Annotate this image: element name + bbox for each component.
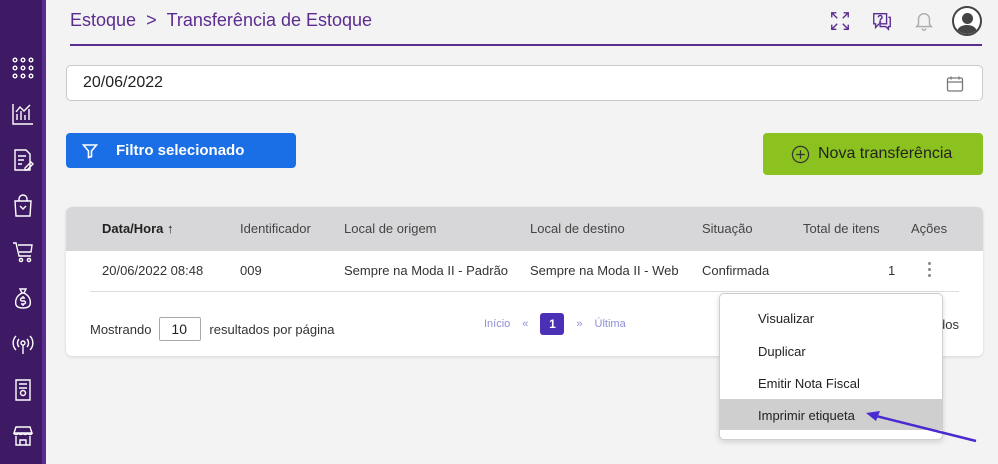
page-last-link[interactable]: Última	[595, 318, 626, 330]
apps-grid-icon[interactable]	[10, 55, 36, 81]
column-header-id: Identificador	[240, 221, 311, 236]
page-first-link[interactable]: Início	[484, 318, 510, 330]
column-header-total: Total de itens	[803, 221, 880, 236]
page-current[interactable]: 1	[540, 313, 565, 335]
filter-icon	[82, 143, 98, 159]
chart-icon[interactable]	[10, 101, 36, 127]
header: Estoque > Transferência de Estoque	[46, 0, 998, 46]
page-prev-link[interactable]: «	[522, 318, 528, 330]
table-header: Data/Hora ↑ Identificador Local de orige…	[66, 207, 983, 251]
help-chat-icon[interactable]	[868, 6, 896, 36]
page-size-input[interactable]: 10	[159, 317, 202, 341]
showing-label: Mostrando	[90, 321, 152, 337]
cart-icon[interactable]	[10, 239, 36, 265]
breadcrumb: Estoque > Transferência de Estoque	[70, 10, 372, 31]
annotation-arrow	[866, 411, 977, 443]
pagination: Início « 1 » Última	[484, 313, 626, 335]
cell-origin: Sempre na Moda II - Padrão	[344, 263, 509, 278]
menu-item-issue-invoice[interactable]: Emitir Nota Fiscal	[720, 367, 942, 398]
document-edit-icon[interactable]	[10, 147, 36, 173]
broadcast-icon[interactable]	[10, 331, 36, 357]
filter-button-label: Filtro selecionado	[116, 142, 245, 159]
sidebar-edge	[42, 0, 46, 464]
sort-ascending-icon: ↑	[167, 221, 174, 236]
user-avatar-icon[interactable]	[952, 6, 982, 36]
column-header-origin: Local de origem	[344, 221, 437, 236]
cell-total: 1	[888, 263, 896, 278]
shopping-bag-icon[interactable]	[10, 193, 36, 219]
store-icon[interactable]	[10, 423, 36, 449]
row-divider	[90, 291, 959, 292]
receipt-icon[interactable]	[10, 377, 36, 403]
column-header-actions: Ações	[911, 221, 948, 236]
cell-status: Confirmada	[702, 263, 770, 278]
column-header-destination: Local de destino	[530, 221, 625, 236]
cell-destination: Sempre na Moda II - Web	[530, 263, 679, 278]
cell-id: 009	[240, 263, 262, 278]
header-icons	[826, 6, 982, 36]
bell-icon[interactable]	[910, 6, 938, 36]
plus-circle-icon	[791, 145, 810, 163]
filter-button[interactable]: Filtro selecionado	[66, 133, 296, 168]
date-input-value[interactable]: 20/06/2022	[83, 74, 163, 92]
page-title: Transferência de Estoque	[166, 10, 373, 30]
cell-date: 20/06/2022 08:48	[102, 263, 204, 278]
page-next-link[interactable]: »	[576, 318, 582, 330]
breadcrumb-separator: >	[146, 10, 157, 30]
header-divider	[70, 44, 982, 46]
breadcrumb-section[interactable]: Estoque	[70, 10, 136, 31]
date-input[interactable]: 20/06/2022	[66, 65, 983, 101]
row-actions-kebab-icon[interactable]	[928, 262, 932, 280]
page-size-suffix: resultados por página	[209, 321, 335, 337]
page-size-control: Mostrando 10 resultados por página	[90, 317, 334, 341]
new-transfer-button-label: Nova transferência	[818, 145, 953, 162]
new-transfer-button[interactable]: Nova transferência	[763, 133, 983, 175]
money-bag-icon[interactable]	[10, 285, 36, 311]
menu-item-duplicate[interactable]: Duplicar	[720, 335, 942, 366]
calendar-icon[interactable]	[946, 75, 964, 93]
menu-item-view[interactable]: Visualizar	[720, 302, 942, 333]
column-header-status: Situação	[702, 221, 753, 236]
sidebar	[0, 0, 46, 464]
column-header-date[interactable]: Data/Hora ↑	[102, 221, 174, 236]
fullscreen-icon[interactable]	[826, 6, 854, 36]
